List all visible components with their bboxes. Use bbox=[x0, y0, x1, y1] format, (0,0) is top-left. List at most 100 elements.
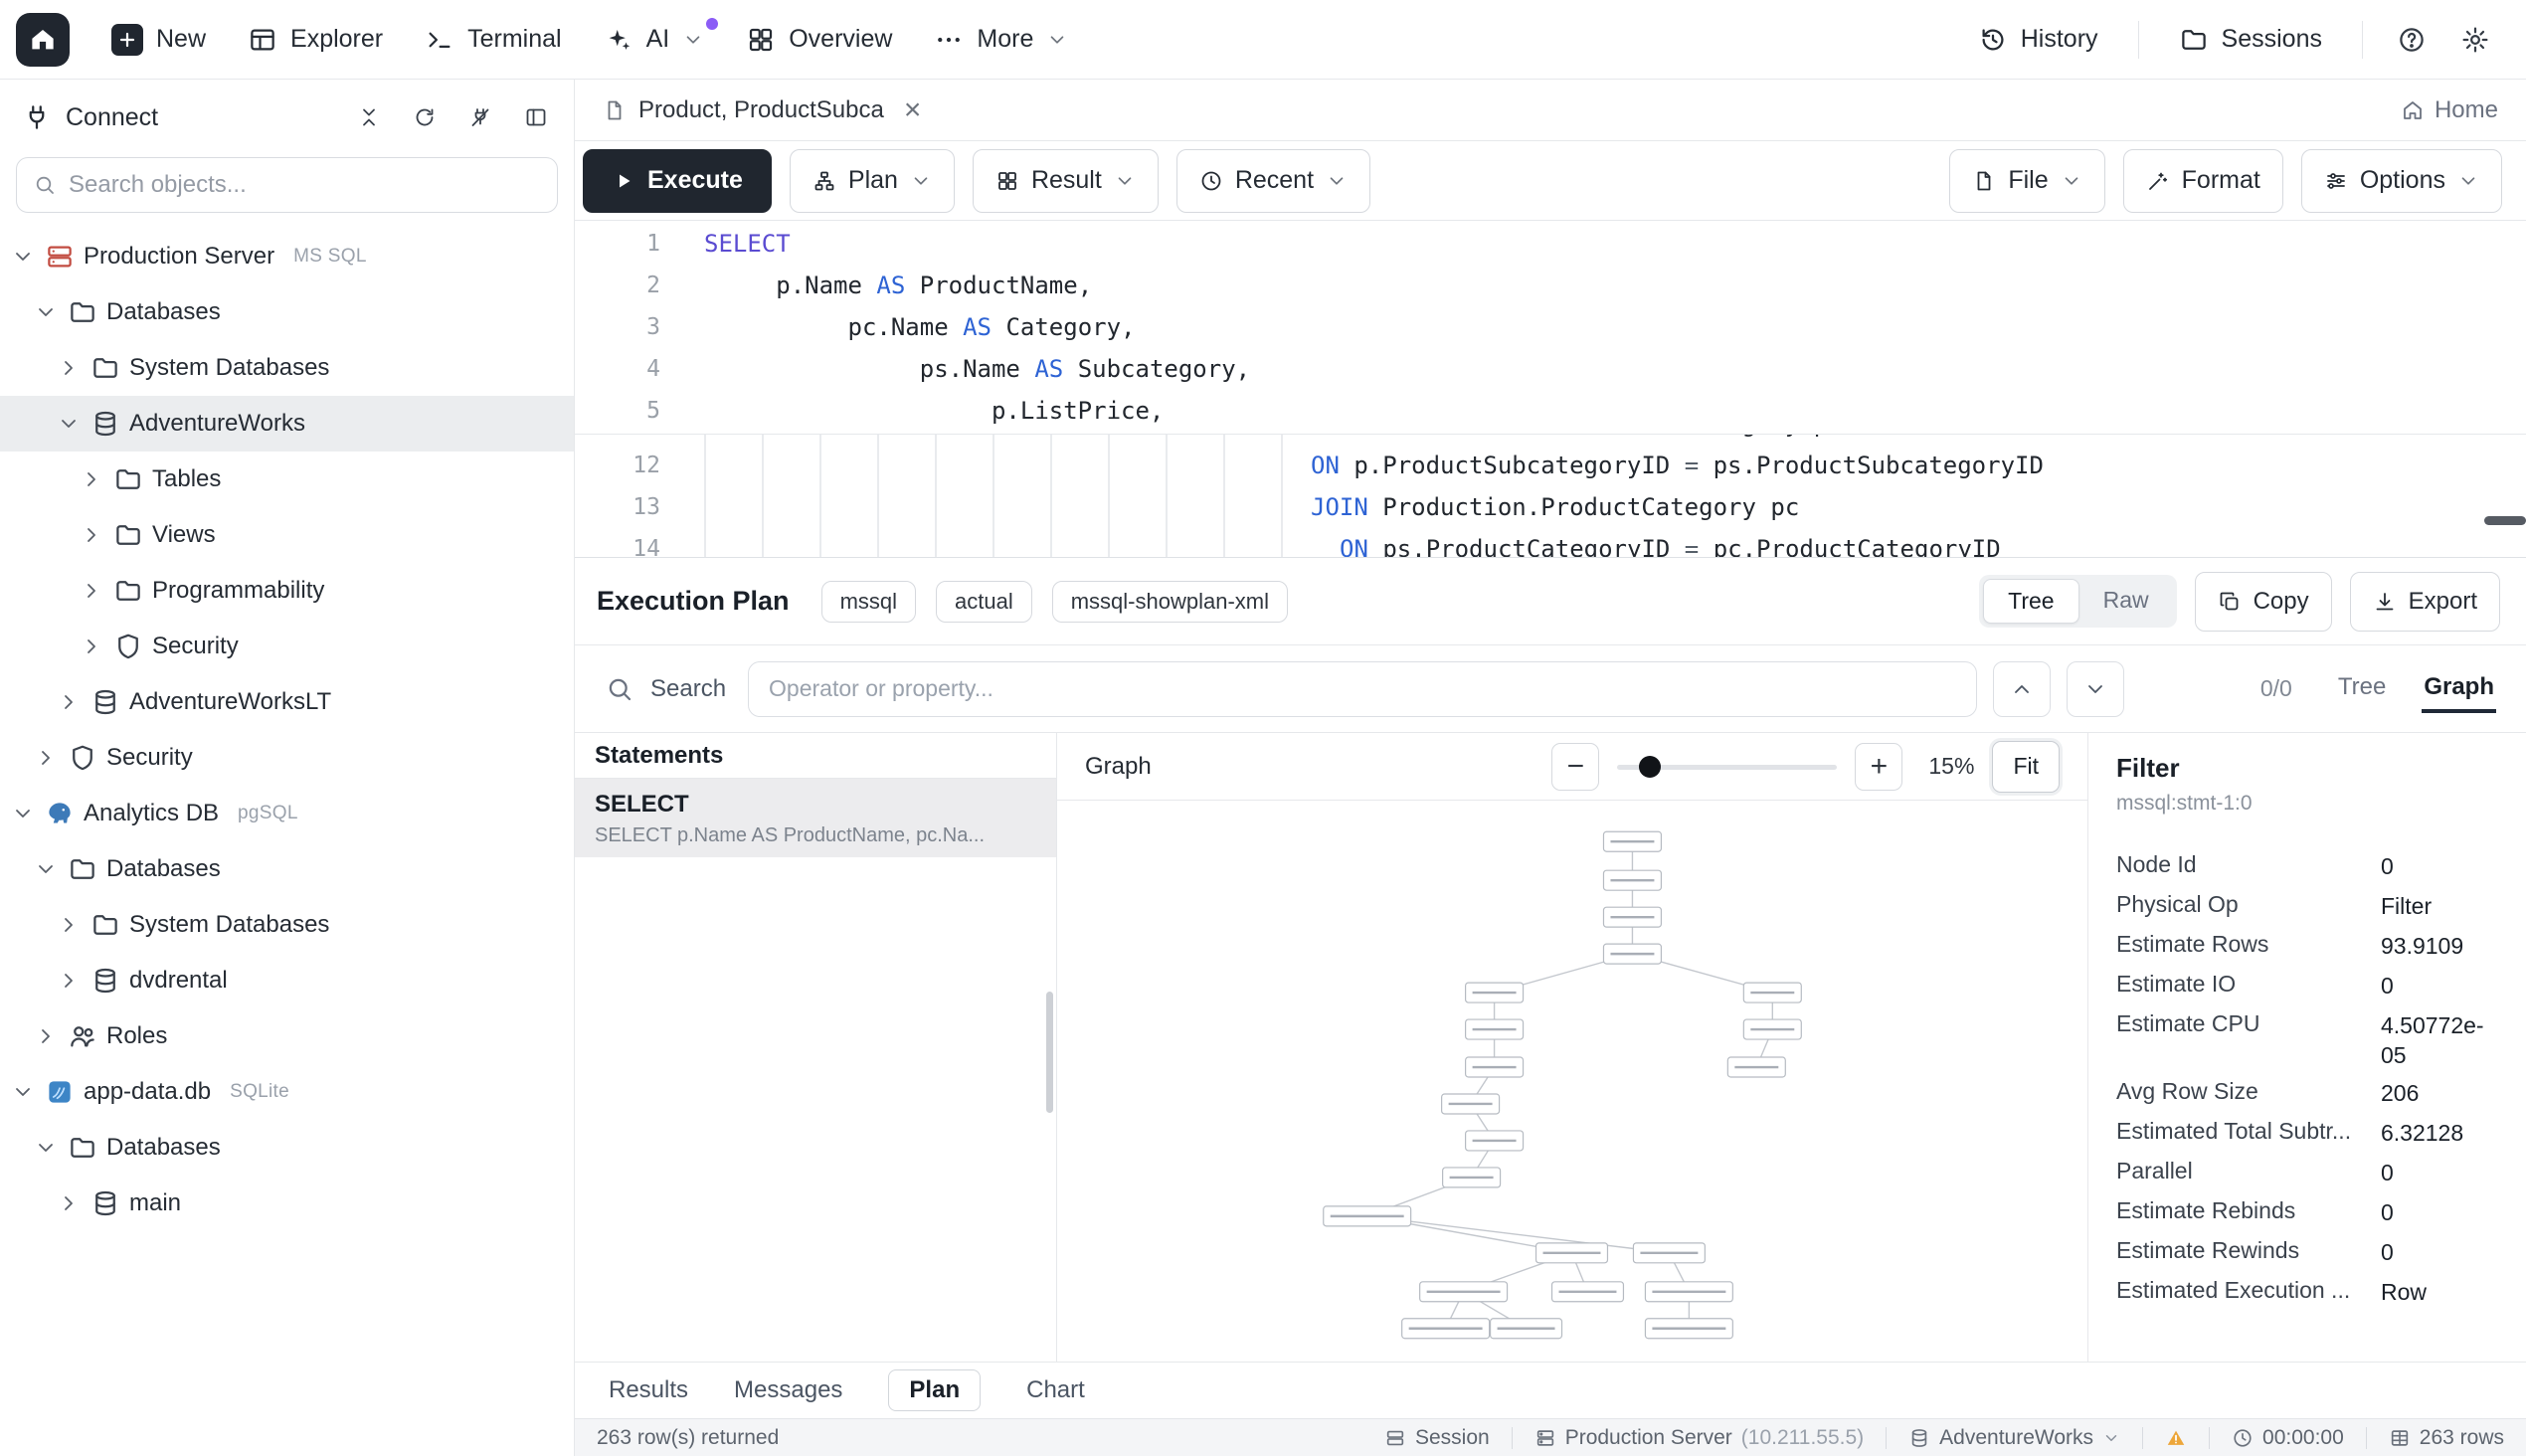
chevron-down-icon[interactable] bbox=[33, 1136, 59, 1160]
topbar-overview[interactable]: Overview bbox=[728, 12, 910, 68]
editor-scrollbar[interactable] bbox=[2484, 516, 2526, 525]
chevron-right-icon[interactable] bbox=[33, 746, 59, 770]
chevron-right-icon[interactable] bbox=[79, 579, 104, 603]
home-link[interactable]: Home bbox=[2401, 96, 2498, 124]
chevron-down-icon[interactable] bbox=[33, 857, 59, 881]
topbar-sessions[interactable]: Sessions bbox=[2161, 12, 2340, 68]
tree-item-roles[interactable]: Roles bbox=[0, 1008, 574, 1064]
sql-editor[interactable]: 1SELECT2 p.Name AS ProductName,3 pc.Name… bbox=[575, 221, 2526, 557]
plan-view-graph[interactable]: Graph bbox=[2422, 665, 2496, 713]
panel-toggle-button[interactable] bbox=[524, 105, 548, 129]
plan-node[interactable] bbox=[1443, 1168, 1501, 1187]
topbar-history[interactable]: History bbox=[1960, 12, 2116, 68]
chevron-right-icon[interactable] bbox=[56, 356, 82, 380]
statement-item[interactable]: SELECT SELECT p.Name AS ProductName, pc.… bbox=[575, 779, 1056, 857]
warning-indicator[interactable] bbox=[2165, 1427, 2187, 1449]
plan-view-tree[interactable]: Tree bbox=[2336, 665, 2388, 713]
plan-node[interactable] bbox=[1324, 1206, 1411, 1226]
file-button[interactable]: File bbox=[1949, 149, 2104, 213]
session-status[interactable]: Session bbox=[1384, 1426, 1490, 1450]
chevron-right-icon[interactable] bbox=[56, 690, 82, 714]
close-icon[interactable]: × bbox=[904, 95, 922, 125]
plan-node[interactable] bbox=[1536, 1243, 1608, 1263]
app-home-button[interactable] bbox=[16, 13, 70, 67]
chevron-right-icon[interactable] bbox=[79, 467, 104, 491]
plan-node[interactable] bbox=[1633, 1243, 1705, 1263]
plan-node[interactable] bbox=[1402, 1319, 1490, 1339]
chevron-down-icon[interactable] bbox=[33, 300, 59, 324]
plan-node[interactable] bbox=[1466, 1131, 1524, 1151]
topbar-explorer[interactable]: Explorer bbox=[230, 12, 401, 68]
result-button[interactable]: Result bbox=[973, 149, 1159, 213]
plan-node[interactable] bbox=[1603, 944, 1661, 964]
chevron-down-icon[interactable] bbox=[10, 245, 36, 269]
plan-node[interactable] bbox=[1552, 1282, 1624, 1302]
tree-item-programmability[interactable]: Programmability bbox=[0, 563, 574, 619]
chevron-down-icon[interactable] bbox=[56, 412, 82, 436]
tree-item-adventureworks[interactable]: AdventureWorks bbox=[0, 396, 574, 452]
zoom-slider-knob[interactable] bbox=[1639, 756, 1661, 778]
plan-node[interactable] bbox=[1491, 1319, 1562, 1339]
tree-item-adventureworkslt[interactable]: AdventureWorksLT bbox=[0, 674, 574, 730]
help-button[interactable] bbox=[2385, 13, 2438, 67]
plan-node[interactable] bbox=[1603, 870, 1661, 890]
settings-button[interactable] bbox=[2448, 13, 2502, 67]
tree-item-app-data-db[interactable]: app-data.dbSQLite bbox=[0, 1064, 574, 1120]
tree-item-dvdrental[interactable]: dvdrental bbox=[0, 953, 574, 1008]
tab-messages[interactable]: Messages bbox=[734, 1376, 842, 1404]
plan-node[interactable] bbox=[1743, 983, 1801, 1002]
plan-node[interactable] bbox=[1743, 1019, 1801, 1039]
plan-node[interactable] bbox=[1645, 1282, 1732, 1302]
chevron-right-icon[interactable] bbox=[56, 913, 82, 937]
plan-graph-canvas[interactable] bbox=[1057, 801, 2087, 1362]
tree-item-tables[interactable]: Tables bbox=[0, 452, 574, 507]
editor-tab[interactable]: Product, ProductSubca × bbox=[593, 80, 931, 140]
tree-item-databases[interactable]: Databases bbox=[0, 284, 574, 340]
tree-item-production-server[interactable]: Production ServerMS SQL bbox=[0, 229, 574, 284]
collapse-all-button[interactable] bbox=[357, 105, 381, 129]
chevron-right-icon[interactable] bbox=[56, 969, 82, 993]
chevron-down-icon[interactable] bbox=[10, 1080, 36, 1104]
tab-results[interactable]: Results bbox=[609, 1376, 688, 1404]
topbar-ai[interactable]: AI bbox=[586, 12, 723, 68]
tree-item-system-databases[interactable]: System Databases bbox=[0, 897, 574, 953]
statements-scrollbar[interactable] bbox=[1046, 992, 1053, 1113]
plan-node[interactable] bbox=[1727, 1057, 1785, 1077]
recent-button[interactable]: Recent bbox=[1176, 149, 1370, 213]
operator-search-input[interactable] bbox=[769, 675, 1956, 702]
topbar-new[interactable]: New bbox=[93, 12, 224, 68]
tree-item-databases[interactable]: Databases bbox=[0, 1120, 574, 1176]
tab-plan[interactable]: Plan bbox=[888, 1369, 981, 1411]
plan-node[interactable] bbox=[1466, 1057, 1524, 1077]
topbar-terminal[interactable]: Terminal bbox=[407, 12, 579, 68]
chevron-right-icon[interactable] bbox=[56, 1191, 82, 1215]
chevron-right-icon[interactable] bbox=[79, 523, 104, 547]
copy-button[interactable]: Copy bbox=[2195, 572, 2332, 632]
export-button[interactable]: Export bbox=[2350, 572, 2500, 632]
plan-node[interactable] bbox=[1603, 831, 1661, 851]
format-button[interactable]: Format bbox=[2123, 149, 2283, 213]
plan-node[interactable] bbox=[1420, 1282, 1508, 1302]
tree-item-databases[interactable]: Databases bbox=[0, 841, 574, 897]
tree-item-analytics-db[interactable]: Analytics DBpgSQL bbox=[0, 786, 574, 841]
chevron-down-icon[interactable] bbox=[10, 802, 36, 825]
tree-item-main[interactable]: main bbox=[0, 1176, 574, 1231]
plan-button[interactable]: Plan bbox=[790, 149, 955, 213]
zoom-in-button[interactable]: + bbox=[1855, 743, 1902, 791]
options-button[interactable]: Options bbox=[2301, 149, 2502, 213]
tree-item-system-databases[interactable]: System Databases bbox=[0, 340, 574, 396]
plan-node[interactable] bbox=[1645, 1319, 1732, 1339]
tab-chart[interactable]: Chart bbox=[1026, 1376, 1085, 1404]
database-status[interactable]: AdventureWorks bbox=[1908, 1426, 2120, 1450]
plan-node[interactable] bbox=[1603, 907, 1661, 927]
segment-tree[interactable]: Tree bbox=[1983, 579, 2078, 624]
segment-raw[interactable]: Raw bbox=[2079, 579, 2173, 624]
prev-match-button[interactable] bbox=[1993, 661, 2051, 717]
execute-button[interactable]: Execute bbox=[583, 149, 772, 213]
tree-item-security[interactable]: Security bbox=[0, 619, 574, 674]
chevron-right-icon[interactable] bbox=[79, 635, 104, 658]
fit-button[interactable]: Fit bbox=[1992, 741, 2060, 793]
plan-node[interactable] bbox=[1466, 983, 1524, 1002]
sidebar-search-input[interactable] bbox=[69, 171, 541, 199]
zoom-out-button[interactable]: − bbox=[1551, 743, 1599, 791]
